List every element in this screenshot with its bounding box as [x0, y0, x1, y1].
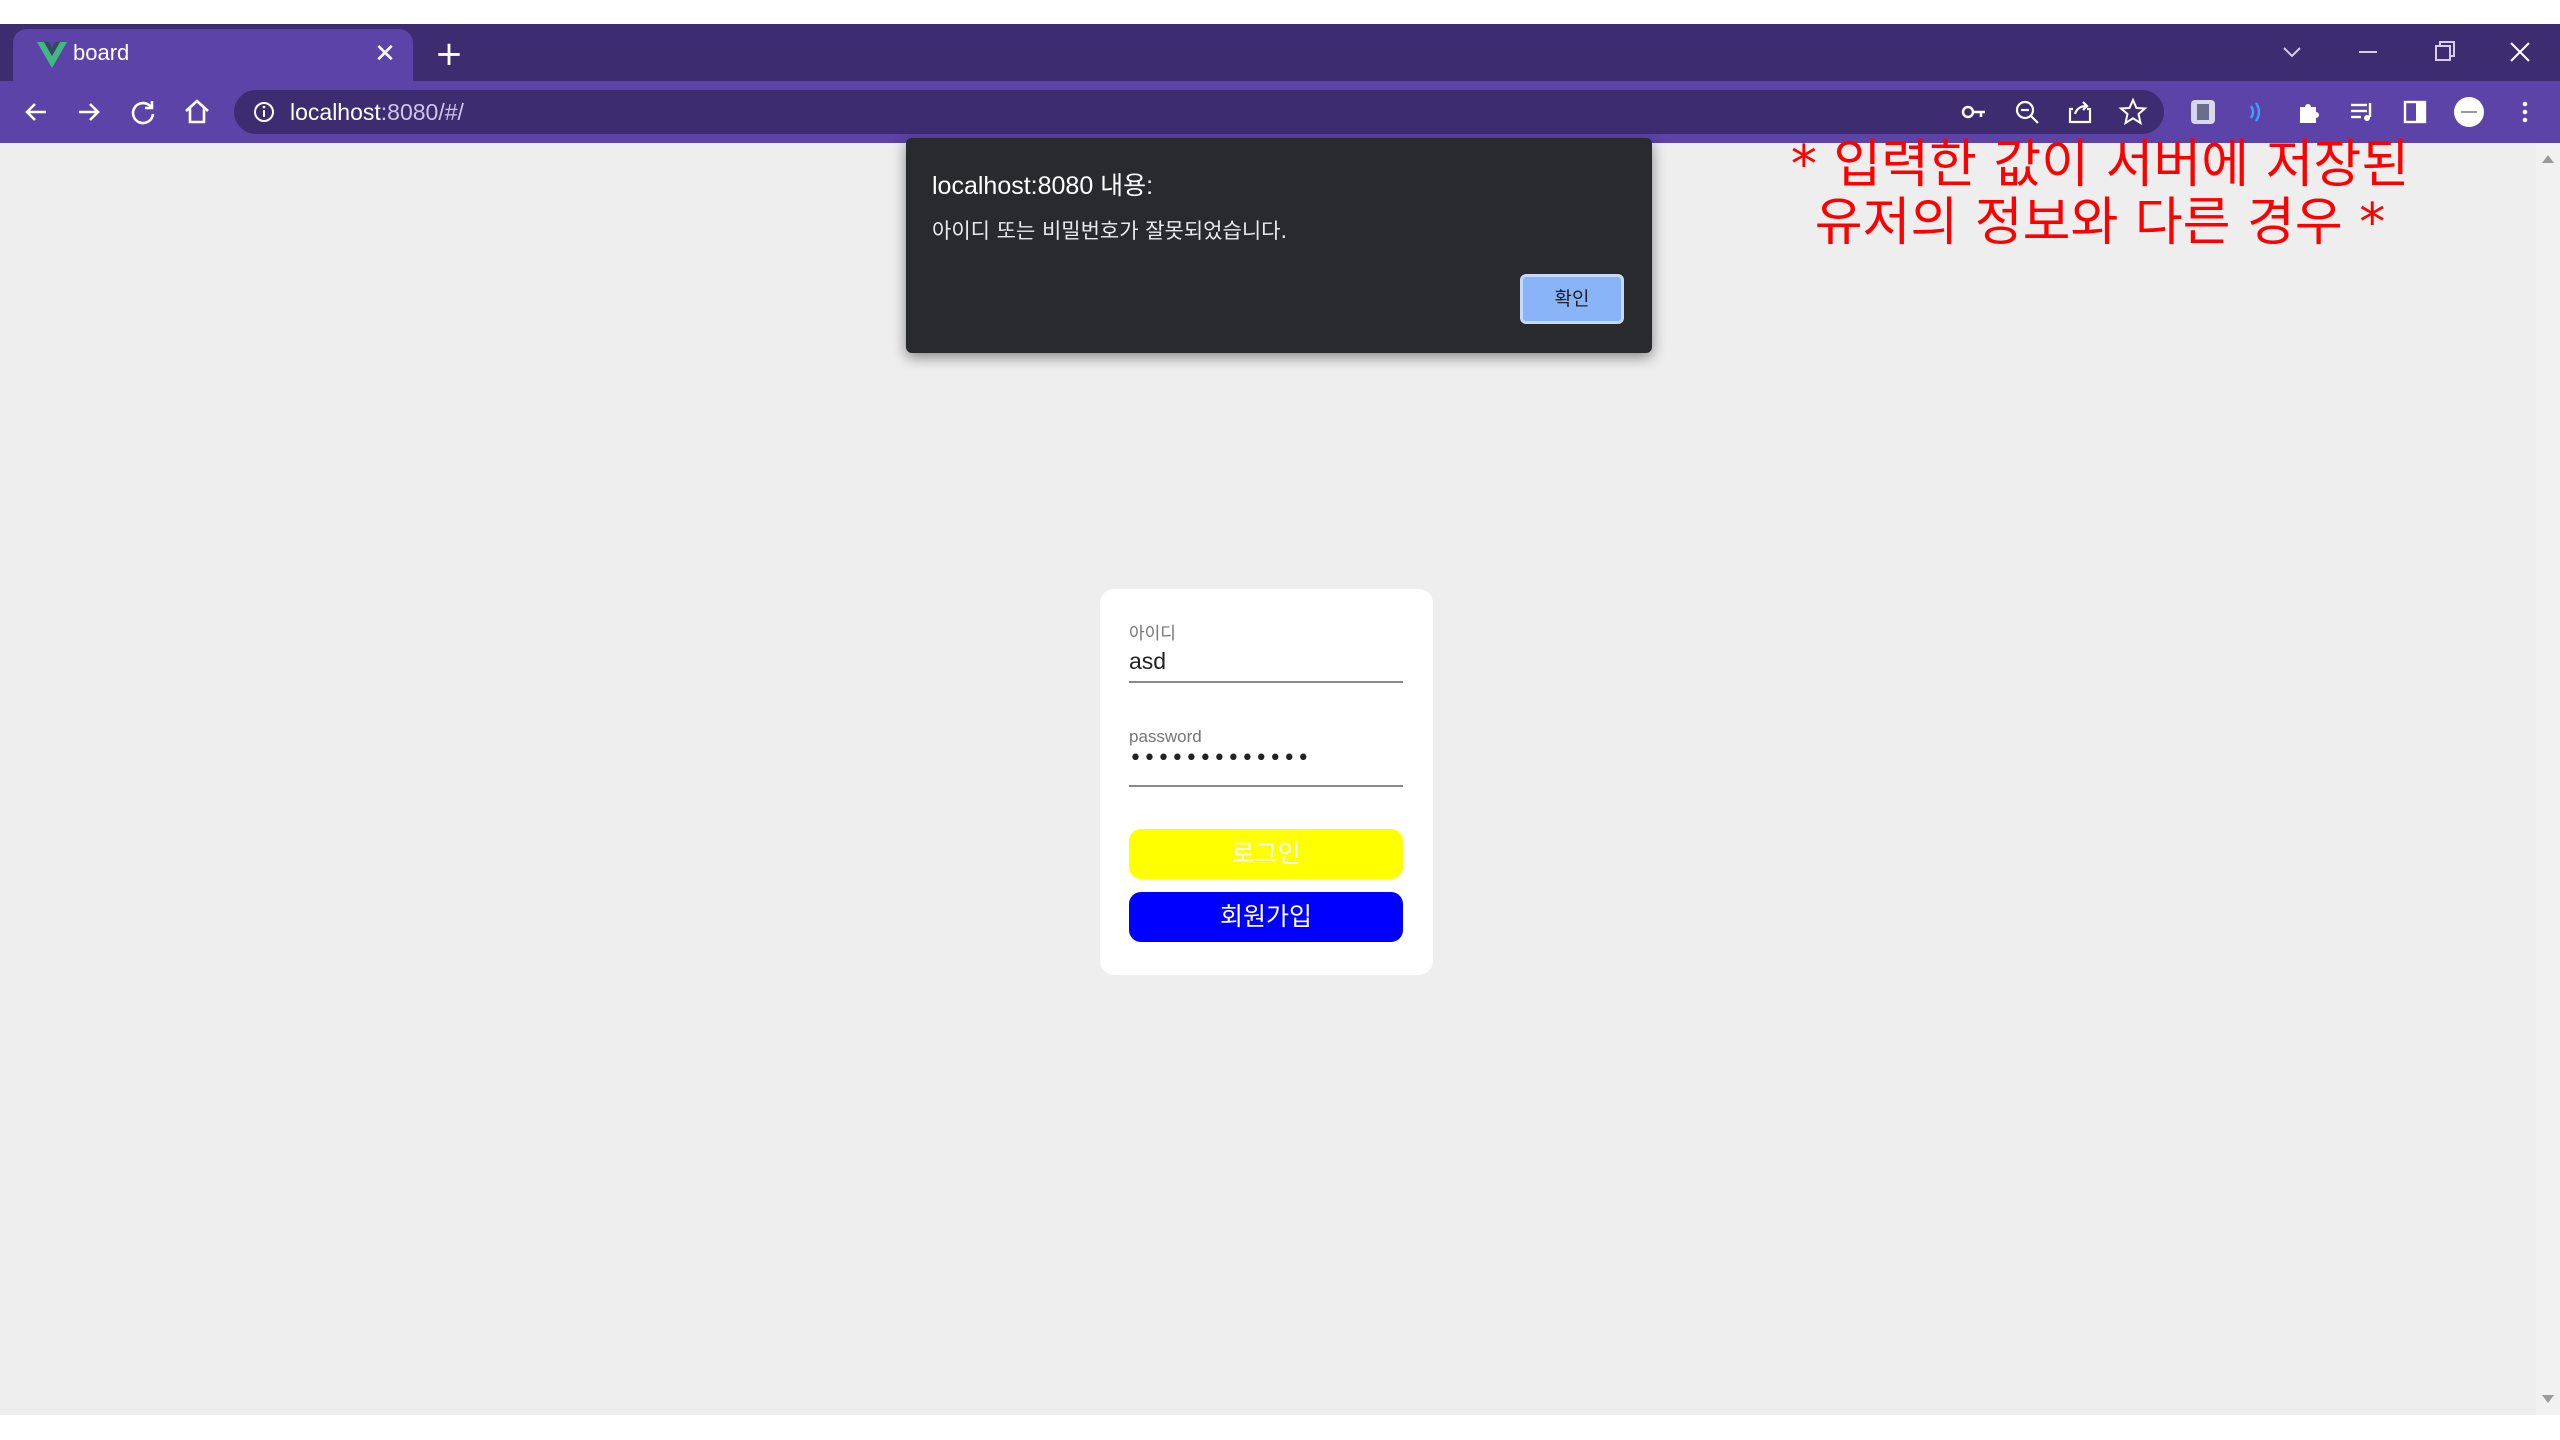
browser-toolbar: localhost:8080/#/ [0, 81, 2560, 143]
login-card: 아이디 asd password ••••••••••••• 로그인 회원가입 [1100, 589, 1433, 975]
forward-icon[interactable] [72, 95, 106, 129]
password-field[interactable]: password ••••••••••••• [1129, 727, 1403, 787]
browser-tab[interactable]: board ✕ [13, 29, 413, 81]
url-host: localhost [290, 99, 381, 125]
annotation-note: * 입력한 값이 서버에 저장된 유저의 정보와 다른 경우 * [1790, 135, 2410, 253]
dialog-ok-button[interactable]: 확인 [1520, 274, 1624, 324]
url-text: localhost:8080/#/ [290, 99, 464, 126]
login-button[interactable]: 로그인 [1129, 829, 1403, 879]
restore-icon[interactable] [2422, 34, 2466, 70]
key-icon[interactable] [1957, 95, 1991, 129]
scroll-down-icon[interactable] [2542, 1395, 2554, 1403]
id-field[interactable]: 아이디 asd [1129, 619, 1403, 683]
media-control-icon[interactable] [2345, 95, 2379, 129]
vue-logo-icon [37, 42, 67, 68]
tab-search-icon[interactable] [2270, 34, 2314, 70]
tab-title: board [73, 40, 130, 65]
home-icon[interactable] [180, 95, 214, 129]
extensions-puzzle-icon[interactable] [2292, 95, 2326, 129]
minimize-icon[interactable] [2346, 34, 2390, 70]
new-tab-button[interactable]: + [430, 35, 468, 73]
scroll-up-icon[interactable] [2542, 155, 2554, 163]
read-aloud-icon[interactable] [2239, 95, 2273, 129]
bottom-strip [0, 1415, 2560, 1440]
id-input[interactable]: asd [1129, 648, 1403, 675]
password-input[interactable]: ••••••••••••• [1129, 747, 1403, 771]
signup-button[interactable]: 회원가입 [1129, 892, 1403, 942]
address-bar[interactable]: localhost:8080/#/ [234, 90, 2164, 134]
vertical-scrollbar[interactable] [2536, 143, 2560, 1415]
side-panel-icon[interactable] [2398, 95, 2432, 129]
alert-dialog: localhost:8080 내용: 아이디 또는 비밀번호가 잘못되었습니다.… [906, 138, 1652, 353]
menu-kebab-icon[interactable] [2508, 95, 2542, 129]
site-info-icon[interactable] [252, 100, 276, 124]
url-path: :8080/#/ [380, 99, 464, 125]
dialog-title: localhost:8080 내용: [932, 172, 1154, 200]
password-label: password [1129, 727, 1202, 746]
profile-avatar-icon[interactable] [2452, 95, 2486, 129]
dialog-message: 아이디 또는 비밀번호가 잘못되었습니다. [932, 219, 1288, 243]
share-icon[interactable] [2063, 95, 2097, 129]
extension-app-icon[interactable] [2186, 95, 2220, 129]
back-icon[interactable] [19, 95, 53, 129]
tab-close-icon[interactable]: ✕ [369, 38, 401, 70]
zoom-icon[interactable] [2010, 95, 2044, 129]
bookmark-star-icon[interactable] [2116, 95, 2150, 129]
reload-icon[interactable] [126, 95, 160, 129]
id-label: 아이디 [1129, 624, 1176, 643]
close-window-icon[interactable] [2498, 34, 2542, 70]
tab-strip: board ✕ + [0, 24, 2560, 81]
